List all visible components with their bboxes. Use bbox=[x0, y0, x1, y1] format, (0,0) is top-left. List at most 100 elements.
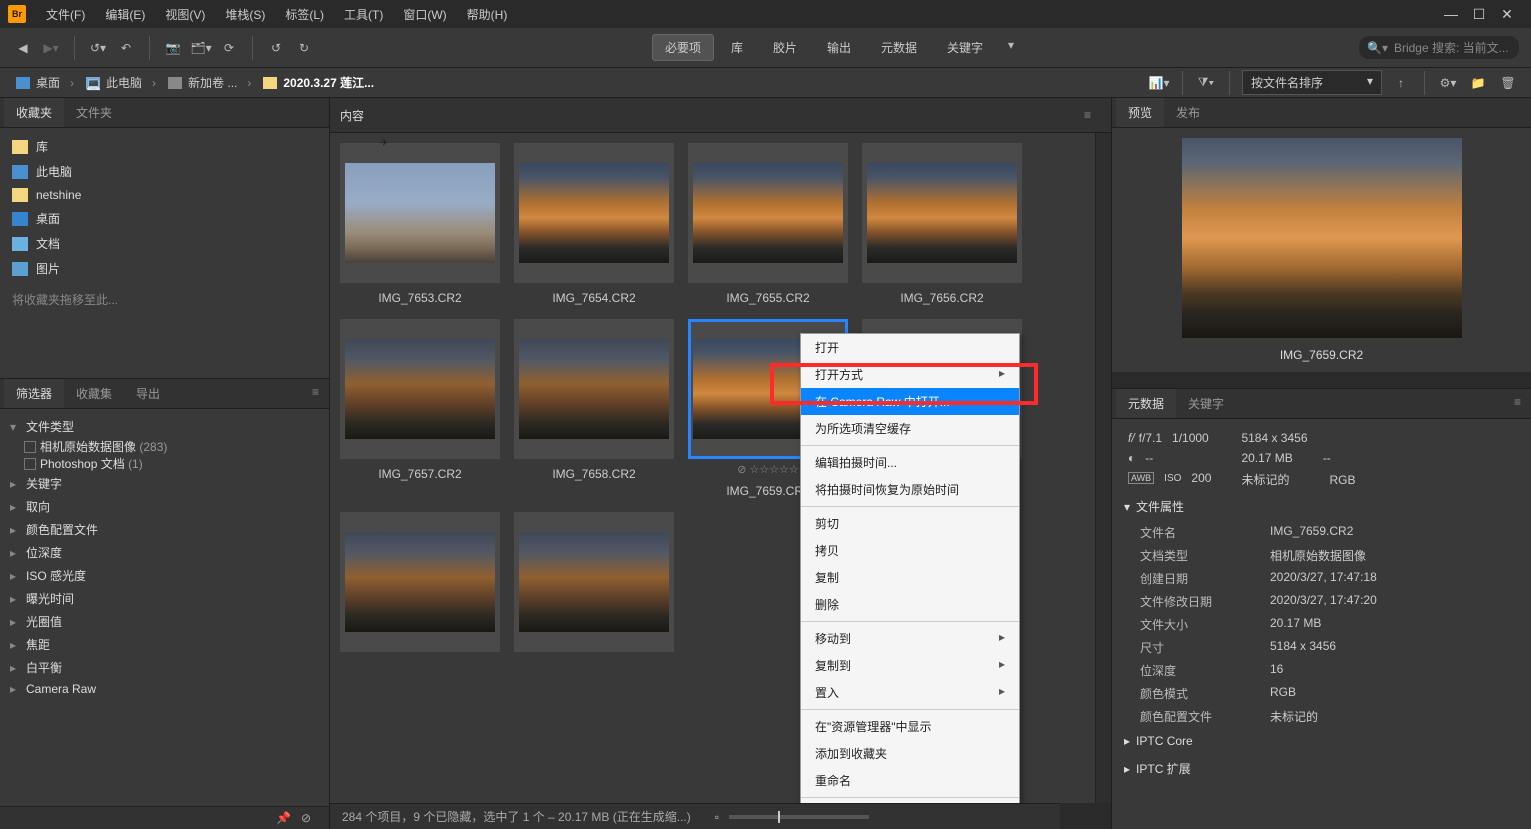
options-icon[interactable]: ⚙▾ bbox=[1437, 72, 1459, 94]
filter-iso[interactable]: ▸ISO 感光度 bbox=[0, 564, 329, 587]
pin-icon[interactable]: 📌 bbox=[276, 811, 291, 825]
ctx-insert[interactable]: 置入▸ bbox=[801, 679, 1019, 706]
menu-help[interactable]: 帮助(H) bbox=[459, 2, 516, 27]
ctx-cut[interactable]: 剪切 bbox=[801, 510, 1019, 537]
ctx-delete[interactable]: 删除 bbox=[801, 591, 1019, 618]
fav-desktop[interactable]: 桌面 bbox=[0, 206, 329, 231]
crumb-desktop[interactable]: 桌面› bbox=[12, 74, 82, 91]
tab-folders[interactable]: 文件夹 bbox=[64, 98, 124, 127]
minimize-icon[interactable]: — bbox=[1443, 6, 1459, 23]
ctx-stack[interactable]: 堆栈▸ bbox=[801, 801, 1019, 803]
ctx-duplicate[interactable]: 复制 bbox=[801, 564, 1019, 591]
maximize-icon[interactable]: ☐ bbox=[1471, 6, 1487, 23]
rotate-cw-icon[interactable]: ↻ bbox=[293, 37, 315, 59]
filter-star-icon[interactable]: 📊▾ bbox=[1148, 72, 1170, 94]
menu-window[interactable]: 窗口(W) bbox=[395, 2, 454, 27]
thumb-item[interactable]: IMG_7656.CR2 bbox=[862, 143, 1022, 305]
ctx-copy[interactable]: 拷贝 bbox=[801, 537, 1019, 564]
filter-aperture[interactable]: ▸光圈值 bbox=[0, 610, 329, 633]
ctx-rename[interactable]: 重命名 bbox=[801, 767, 1019, 794]
content-scrollbar[interactable] bbox=[1095, 133, 1111, 803]
boomerang-icon[interactable]: ↶ bbox=[115, 37, 137, 59]
meta-section-iptc-core[interactable]: ▸IPTC Core bbox=[1120, 728, 1523, 754]
tab-keywords-right[interactable]: 关键字 bbox=[1176, 389, 1236, 418]
tab-collections[interactable]: 收藏集 bbox=[64, 379, 124, 408]
batch-icon[interactable]: 🗂▾ bbox=[190, 37, 212, 59]
meta-section-fileattr[interactable]: ▾文件属性 bbox=[1120, 492, 1523, 521]
workspace-keywords[interactable]: 关键字 bbox=[934, 34, 996, 61]
thumb-item[interactable]: IMG_7657.CR2 bbox=[340, 319, 500, 498]
ctx-restore-time[interactable]: 将拍摄时间恢复为原始时间 bbox=[801, 476, 1019, 503]
tab-publish[interactable]: 发布 bbox=[1164, 98, 1212, 127]
panel-menu-icon[interactable]: ≡ bbox=[302, 379, 329, 408]
tab-favorites[interactable]: 收藏夹 bbox=[4, 98, 64, 127]
workspace-more-icon[interactable]: ▾ bbox=[1000, 34, 1022, 56]
thumb-item[interactable] bbox=[340, 512, 500, 652]
workspace-metadata[interactable]: 元数据 bbox=[868, 34, 930, 61]
fav-pics[interactable]: 图片 bbox=[0, 256, 329, 281]
search-input[interactable]: 🔍▾ Bridge 搜索: 当前文... bbox=[1359, 36, 1519, 59]
tab-export[interactable]: 导出 bbox=[124, 379, 172, 408]
menu-tools[interactable]: 工具(T) bbox=[336, 2, 391, 27]
filter-raw[interactable]: 相机原始数据图像 (283) bbox=[0, 438, 329, 455]
menu-edit[interactable]: 编辑(E) bbox=[97, 2, 153, 27]
ctx-openas[interactable]: 打开方式▸ bbox=[801, 361, 1019, 388]
workspace-output[interactable]: 输出 bbox=[814, 34, 864, 61]
thumb-item[interactable] bbox=[514, 512, 674, 652]
filter-wb[interactable]: ▸白平衡 bbox=[0, 656, 329, 679]
nav-back-icon[interactable]: ◀ bbox=[12, 37, 34, 59]
ctx-open-camera-raw[interactable]: 在 Camera Raw 中打开... bbox=[801, 388, 1019, 415]
ctx-copyto[interactable]: 复制到▸ bbox=[801, 652, 1019, 679]
ctx-open[interactable]: 打开 bbox=[801, 334, 1019, 361]
crumb-drive[interactable]: 新加卷 ...› bbox=[164, 74, 259, 91]
content-menu-icon[interactable]: ≡ bbox=[1074, 102, 1101, 128]
thumb-item[interactable]: IMG_7654.CR2 bbox=[514, 143, 674, 305]
crumb-thispc[interactable]: 💻此电脑› bbox=[82, 74, 164, 91]
crumb-folder[interactable]: 2020.3.27 莲江... bbox=[259, 74, 378, 91]
tab-metadata[interactable]: 元数据 bbox=[1116, 389, 1176, 418]
refresh-icon[interactable]: ⟳ bbox=[218, 37, 240, 59]
ctx-clear-cache[interactable]: 为所选项清空缓存 bbox=[801, 415, 1019, 442]
sort-select[interactable]: 按文件名排序▾ bbox=[1242, 70, 1382, 95]
camera-download-icon[interactable]: 📷 bbox=[162, 37, 184, 59]
workspace-film[interactable]: 胶片 bbox=[760, 34, 810, 61]
thumb-item[interactable]: IMG_7658.CR2 bbox=[514, 319, 674, 498]
sort-asc-icon[interactable]: ↑ bbox=[1390, 72, 1412, 94]
filter-funnel-icon[interactable]: ⧩▾ bbox=[1195, 72, 1217, 94]
close-icon[interactable]: ✕ bbox=[1499, 6, 1515, 23]
filter-psd[interactable]: Photoshop 文档 (1) bbox=[0, 455, 329, 472]
filter-orient[interactable]: ▸取向 bbox=[0, 495, 329, 518]
cancel-filter-icon[interactable]: ⊘ bbox=[301, 811, 311, 825]
filter-filetype[interactable]: ▾文件类型 bbox=[0, 415, 329, 438]
zoom-out-icon[interactable]: ▫ bbox=[715, 810, 719, 824]
workspace-library[interactable]: 库 bbox=[718, 34, 756, 61]
menu-label[interactable]: 标签(L) bbox=[277, 2, 332, 27]
filter-bitdepth[interactable]: ▸位深度 bbox=[0, 541, 329, 564]
tab-filter[interactable]: 筛选器 bbox=[4, 379, 64, 408]
fav-netshine[interactable]: netshine bbox=[0, 184, 329, 206]
fav-library[interactable]: 库 bbox=[0, 134, 329, 159]
rating-stars[interactable]: ⊘ ☆☆☆☆☆ bbox=[737, 459, 799, 476]
thumb-item[interactable]: IMG_7653.CR2 bbox=[340, 143, 500, 305]
menu-file[interactable]: 文件(F) bbox=[38, 2, 93, 27]
trash-icon[interactable]: 🗑 bbox=[1497, 72, 1519, 94]
filter-focal[interactable]: ▸焦距 bbox=[0, 633, 329, 656]
recent-icon[interactable]: ↺▾ bbox=[87, 37, 109, 59]
tab-preview[interactable]: 预览 bbox=[1116, 98, 1164, 127]
ctx-edit-capture[interactable]: 编辑拍摄时间... bbox=[801, 449, 1019, 476]
filter-keywords[interactable]: ▸关键字 bbox=[0, 472, 329, 495]
menu-view[interactable]: 视图(V) bbox=[157, 2, 213, 27]
thumb-size-slider[interactable] bbox=[729, 815, 869, 819]
ctx-add-fav[interactable]: 添加到收藏夹 bbox=[801, 740, 1019, 767]
meta-panel-menu-icon[interactable]: ≡ bbox=[1504, 389, 1531, 418]
fav-docs[interactable]: 文档 bbox=[0, 231, 329, 256]
filter-camraw[interactable]: ▸Camera Raw bbox=[0, 679, 329, 699]
filter-profile[interactable]: ▸颜色配置文件 bbox=[0, 518, 329, 541]
rotate-ccw-icon[interactable]: ↺ bbox=[265, 37, 287, 59]
filter-exposure[interactable]: ▸曝光时间 bbox=[0, 587, 329, 610]
menu-stack[interactable]: 堆栈(S) bbox=[217, 2, 273, 27]
nav-forward-icon[interactable]: ▶▾ bbox=[40, 37, 62, 59]
open-folder-icon[interactable]: 📁 bbox=[1467, 72, 1489, 94]
workspace-essentials[interactable]: 必要项 bbox=[652, 34, 714, 61]
ctx-show-in-rm[interactable]: 在"资源管理器"中显示 bbox=[801, 713, 1019, 740]
